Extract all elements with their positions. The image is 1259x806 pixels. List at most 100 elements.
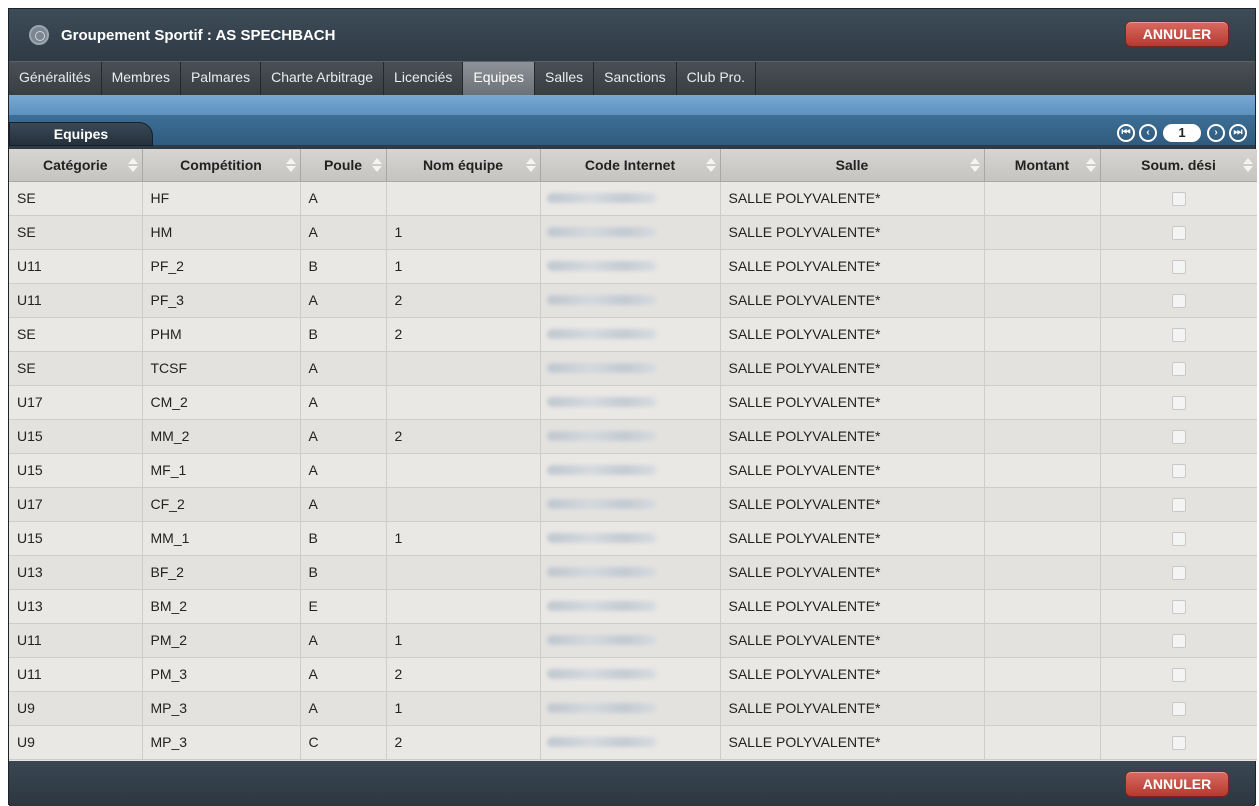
table-row[interactable]: U9 MP_3 A 1 SALLE POLYVALENTE* xyxy=(9,691,1257,726)
column-header[interactable]: Poule xyxy=(300,149,387,182)
column-header[interactable]: Code Internet xyxy=(540,149,721,182)
cell-code-internet xyxy=(540,283,721,318)
cell-salle: SALLE POLYVALENTE* xyxy=(720,385,985,420)
sort-icon[interactable] xyxy=(371,158,382,172)
cell-soum-desi xyxy=(1100,215,1257,250)
cell-nom xyxy=(386,181,541,216)
tab-charte-arbitrage[interactable]: Charte Arbitrage xyxy=(261,62,385,95)
table-row[interactable]: U15 MF_1 A SALLE POLYVALENTE* xyxy=(9,453,1257,488)
soum-desi-checkbox[interactable] xyxy=(1171,396,1186,411)
column-header-label: Code Internet xyxy=(584,156,676,173)
table-row[interactable]: U13 BF_2 B SALLE POLYVALENTE* xyxy=(9,555,1257,590)
table-row[interactable]: SE HF A SALLE POLYVALENTE* xyxy=(9,181,1257,216)
tab-membres[interactable]: Membres xyxy=(102,62,181,95)
table-row[interactable]: U17 CF_2 A SALLE POLYVALENTE* xyxy=(9,487,1257,522)
sort-icon[interactable] xyxy=(705,158,716,172)
soum-desi-checkbox[interactable] xyxy=(1171,532,1186,547)
soum-desi-checkbox[interactable] xyxy=(1171,430,1186,445)
table-row[interactable]: U9 MP_3 C 2 SALLE POLYVALENTE* xyxy=(9,725,1257,760)
soum-desi-checkbox[interactable] xyxy=(1171,464,1186,479)
cell-categorie: U17 xyxy=(9,487,143,522)
cell-competition: HM xyxy=(142,215,301,250)
cell-montant xyxy=(984,249,1101,284)
column-header[interactable]: Nom équipe xyxy=(386,149,541,182)
column-header[interactable]: Soum. dési xyxy=(1100,149,1257,182)
tab-g-n-ralit-s[interactable]: Généralités xyxy=(9,62,102,95)
teams-grid: Catégorie Compétition Poule Nom équipe Code … xyxy=(9,149,1257,761)
cell-montant xyxy=(984,521,1101,556)
table-row[interactable]: U11 PM_2 A 1 SALLE POLYVALENTE* xyxy=(9,623,1257,658)
cell-salle: SALLE POLYVALENTE* xyxy=(720,589,985,624)
soum-desi-checkbox[interactable] xyxy=(1171,600,1186,615)
prev-page-icon[interactable]: ‹ xyxy=(1139,124,1157,142)
cancel-button-bottom[interactable]: ANNULER xyxy=(1125,771,1229,797)
soum-desi-checkbox[interactable] xyxy=(1171,328,1186,343)
soum-desi-checkbox[interactable] xyxy=(1171,634,1186,649)
table-row[interactable]: SE HM A 1 SALLE POLYVALENTE* xyxy=(9,215,1257,250)
tab-equipes[interactable]: Equipes xyxy=(463,62,536,95)
table-row[interactable]: U11 PF_3 A 2 SALLE POLYVALENTE* xyxy=(9,283,1257,318)
soum-desi-checkbox[interactable] xyxy=(1171,668,1186,683)
column-header[interactable]: Compétition xyxy=(142,149,301,182)
soum-desi-checkbox[interactable] xyxy=(1171,498,1186,513)
tab-club-pro[interactable]: Club Pro. xyxy=(677,62,756,95)
cell-montant xyxy=(984,487,1101,522)
section-bar: Equipes ⏮ ‹ 1 › ⏭ xyxy=(9,115,1255,146)
cancel-button-top[interactable]: ANNULER xyxy=(1125,21,1229,47)
cell-categorie: U9 xyxy=(9,725,143,760)
soum-desi-checkbox[interactable] xyxy=(1171,294,1186,309)
cell-nom: 1 xyxy=(386,249,541,284)
redacted-code xyxy=(546,635,657,645)
redacted-code xyxy=(546,703,657,713)
pagination: ⏮ ‹ 1 › ⏭ xyxy=(1113,124,1247,144)
soum-desi-checkbox[interactable] xyxy=(1171,260,1186,275)
table-row[interactable]: U15 MM_1 B 1 SALLE POLYVALENTE* xyxy=(9,521,1257,556)
cell-nom xyxy=(386,487,541,522)
cell-montant xyxy=(984,351,1101,386)
column-header[interactable]: Montant xyxy=(984,149,1101,182)
soum-desi-checkbox[interactable] xyxy=(1171,736,1186,751)
cell-poule: C xyxy=(300,725,387,760)
soum-desi-checkbox[interactable] xyxy=(1171,226,1186,241)
cell-salle: SALLE POLYVALENTE* xyxy=(720,623,985,658)
cell-categorie: SE xyxy=(9,215,143,250)
tab-sanctions[interactable]: Sanctions xyxy=(594,62,677,95)
sort-icon[interactable] xyxy=(969,158,980,172)
sort-icon[interactable] xyxy=(1085,158,1096,172)
sort-icon[interactable] xyxy=(1242,158,1253,172)
table-row[interactable]: SE TCSF A SALLE POLYVALENTE* xyxy=(9,351,1257,386)
table-row[interactable]: SE PHM B 2 SALLE POLYVALENTE* xyxy=(9,317,1257,352)
table-row[interactable]: U11 PF_2 B 1 SALLE POLYVALENTE* xyxy=(9,249,1257,284)
soum-desi-checkbox[interactable] xyxy=(1171,702,1186,717)
sort-icon[interactable] xyxy=(127,158,138,172)
cell-categorie: U11 xyxy=(9,283,143,318)
cell-nom xyxy=(386,453,541,488)
tab-licenci-s[interactable]: Licenciés xyxy=(384,62,464,95)
sort-icon[interactable] xyxy=(525,158,536,172)
table-row[interactable]: U17 CM_2 A SALLE POLYVALENTE* xyxy=(9,385,1257,420)
next-page-icon[interactable]: › xyxy=(1207,124,1225,142)
sort-icon[interactable] xyxy=(285,158,296,172)
cell-categorie: SE xyxy=(9,181,143,216)
tab-palmares[interactable]: Palmares xyxy=(181,62,262,95)
soum-desi-checkbox[interactable] xyxy=(1171,566,1186,581)
last-page-icon[interactable]: ⏭ xyxy=(1229,124,1247,142)
cell-categorie: U13 xyxy=(9,589,143,624)
soum-desi-checkbox[interactable] xyxy=(1171,192,1186,207)
column-header[interactable]: Catégorie xyxy=(9,149,143,182)
cell-poule: A xyxy=(300,181,387,216)
cell-salle: SALLE POLYVALENTE* xyxy=(720,487,985,522)
soum-desi-checkbox[interactable] xyxy=(1171,362,1186,377)
column-header[interactable]: Salle xyxy=(720,149,985,182)
cell-poule: E xyxy=(300,589,387,624)
cell-code-internet xyxy=(540,453,721,488)
table-row[interactable]: U15 MM_2 A 2 SALLE POLYVALENTE* xyxy=(9,419,1257,454)
table-row[interactable]: U11 PM_3 A 2 SALLE POLYVALENTE* xyxy=(9,657,1257,692)
cell-salle: SALLE POLYVALENTE* xyxy=(720,317,985,352)
cell-soum-desi xyxy=(1100,657,1257,692)
table-row[interactable]: U13 BM_2 E SALLE POLYVALENTE* xyxy=(9,589,1257,624)
cell-montant xyxy=(984,215,1101,250)
tab-salles[interactable]: Salles xyxy=(535,62,595,95)
redacted-code xyxy=(546,669,657,679)
first-page-icon[interactable]: ⏮ xyxy=(1117,124,1135,142)
